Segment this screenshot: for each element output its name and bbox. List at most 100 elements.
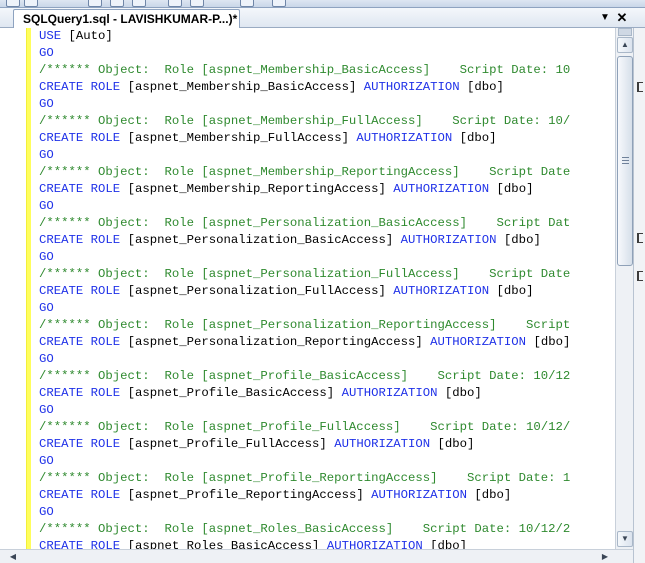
code-line[interactable]: /****** Object: Role [aspnet_Profile_Ful… — [39, 419, 633, 436]
sql-keyword: AUTHORIZATION — [356, 131, 453, 145]
chevron-down-icon[interactable]: ▼ — [597, 10, 613, 26]
code-line[interactable]: /****** Object: Role [aspnet_Personaliza… — [39, 266, 633, 283]
code-line[interactable]: /****** Object: Role [aspnet_Membership_… — [39, 62, 633, 79]
code-line[interactable]: CREATE ROLE [aspnet_Personalization_Basi… — [39, 232, 633, 249]
code-line[interactable]: GO — [39, 45, 633, 62]
split-handle[interactable] — [618, 28, 632, 36]
code-line[interactable]: GO — [39, 300, 633, 317]
code-line[interactable]: CREATE ROLE [aspnet_Roles_BasicAccess] A… — [39, 538, 633, 549]
sql-text: [dbo] — [422, 539, 468, 549]
sql-comment: /****** Object: Role [aspnet_Membership_… — [39, 114, 571, 128]
code-line[interactable]: GO — [39, 453, 633, 470]
code-line[interactable]: GO — [39, 249, 633, 266]
sql-keyword: GO — [39, 454, 54, 468]
sql-keyword: AUTHORIZATION — [334, 437, 431, 451]
code-line[interactable]: GO — [39, 351, 633, 368]
code-line[interactable]: GO — [39, 402, 633, 419]
toolbar-button[interactable] — [272, 0, 286, 7]
code-line[interactable]: /****** Object: Role [aspnet_Personaliza… — [39, 317, 633, 334]
code-line[interactable]: /****** Object: Role [aspnet_Personaliza… — [39, 215, 633, 232]
sql-comment: /****** Object: Role [aspnet_Personaliza… — [39, 267, 571, 281]
horizontal-scrollbar[interactable]: ◀ ▶ — [0, 549, 633, 563]
sql-text: [Auto] — [61, 29, 113, 43]
code-line[interactable]: CREATE ROLE [aspnet_Membership_Reporting… — [39, 181, 633, 198]
code-line[interactable]: /****** Object: Role [aspnet_Profile_Bas… — [39, 368, 633, 385]
sql-text: [dbo] — [489, 284, 534, 298]
sql-keyword: CREATE ROLE — [39, 539, 121, 549]
arrow-down-icon[interactable]: ▼ — [617, 531, 633, 547]
arrow-right-icon[interactable]: ▶ — [598, 550, 612, 563]
sql-keyword: CREATE ROLE — [39, 488, 121, 502]
code-line[interactable]: USE [Auto] — [39, 28, 633, 45]
sql-keyword: GO — [39, 97, 54, 111]
editor-gutter — [0, 28, 28, 549]
toolbar — [0, 0, 645, 8]
sql-comment: /****** Object: Role [aspnet_Profile_Rep… — [39, 471, 571, 485]
sql-text: [aspnet_Membership_ReportingAccess] — [120, 182, 394, 196]
toolbar-button[interactable] — [168, 0, 182, 7]
code-line[interactable]: CREATE ROLE [aspnet_Profile_ReportingAcc… — [39, 487, 633, 504]
code-line[interactable]: /****** Object: Role [aspnet_Membership_… — [39, 164, 633, 181]
scrollbar-thumb[interactable] — [617, 56, 633, 266]
sql-keyword: GO — [39, 505, 54, 519]
sql-text: [dbo] — [489, 182, 534, 196]
code-line[interactable]: /****** Object: Role [aspnet_Profile_Rep… — [39, 470, 633, 487]
panel-bracket-icon — [637, 233, 643, 243]
arrow-left-icon[interactable]: ◀ — [6, 550, 20, 563]
sql-keyword: CREATE ROLE — [39, 80, 121, 94]
sql-text: [dbo] — [496, 233, 541, 247]
code-line[interactable]: GO — [39, 198, 633, 215]
sql-keyword: AUTHORIZATION — [326, 539, 423, 549]
document-tab-strip: SQLQuery1.sql - LAVISHKUMAR-P...)* ▼ ✕ — [0, 8, 645, 28]
toolbar-button[interactable] — [110, 0, 124, 7]
toolbar-button[interactable] — [88, 0, 102, 7]
toolbar-button[interactable] — [190, 0, 204, 7]
tab-sqlquery1[interactable]: SQLQuery1.sql - LAVISHKUMAR-P...)* — [13, 9, 240, 28]
close-icon[interactable]: ✕ — [614, 10, 630, 26]
toolbar-button[interactable] — [240, 0, 254, 7]
code-line[interactable]: /****** Object: Role [aspnet_Roles_Basic… — [39, 521, 633, 538]
code-line[interactable]: CREATE ROLE [aspnet_Personalization_Repo… — [39, 334, 633, 351]
tab-title: SQLQuery1.sql - LAVISHKUMAR-P...)* — [23, 12, 238, 26]
sql-text: [dbo] — [526, 335, 571, 349]
sql-text: [aspnet_Profile_ReportingAccess] — [120, 488, 372, 502]
query-editor[interactable]: USE [Auto] GO/****** Object: Role [aspnet… — [0, 28, 633, 549]
sql-keyword: GO — [39, 403, 54, 417]
code-line[interactable]: GO — [39, 147, 633, 164]
code-line[interactable]: CREATE ROLE [aspnet_Profile_BasicAccess]… — [39, 385, 633, 402]
code-line[interactable]: CREATE ROLE [aspnet_Personalization_Full… — [39, 283, 633, 300]
sql-text: [aspnet_Membership_FullAccess] — [120, 131, 357, 145]
code-line[interactable]: GO — [39, 504, 633, 521]
code-line[interactable]: GO — [39, 96, 633, 113]
sql-text: [aspnet_Personalization_FullAccess] — [120, 284, 394, 298]
sql-keyword: CREATE ROLE — [39, 284, 121, 298]
sql-comment: /****** Object: Role [aspnet_Profile_Bas… — [39, 369, 571, 383]
code-line[interactable]: /****** Object: Role [aspnet_Membership_… — [39, 113, 633, 130]
sql-comment: /****** Object: Role [aspnet_Personaliza… — [39, 318, 571, 332]
sql-keyword: AUTHORIZATION — [430, 335, 527, 349]
sql-text: [dbo] — [467, 488, 512, 502]
grip-line — [622, 157, 629, 158]
sql-text: [aspnet_Profile_BasicAccess] — [120, 386, 342, 400]
sql-text: [aspnet_Profile_FullAccess] — [120, 437, 335, 451]
grip-line — [622, 163, 629, 164]
sql-keyword: AUTHORIZATION — [371, 488, 468, 502]
toolbar-button[interactable] — [6, 0, 20, 7]
vertical-scrollbar[interactable]: ▲ ▼ — [615, 28, 633, 549]
toolbar-button[interactable] — [24, 0, 38, 7]
sql-keyword: CREATE ROLE — [39, 182, 121, 196]
sql-keyword: GO — [39, 301, 54, 315]
code-line[interactable]: CREATE ROLE [aspnet_Membership_FullAcces… — [39, 130, 633, 147]
sql-comment: /****** Object: Role [aspnet_Roles_Basic… — [39, 522, 571, 536]
sql-keyword: GO — [39, 199, 54, 213]
code-text[interactable]: USE [Auto] GO/****** Object: Role [aspnet… — [39, 28, 633, 549]
sql-keyword: CREATE ROLE — [39, 335, 121, 349]
toolbar-button[interactable] — [132, 0, 146, 7]
sql-comment: /****** Object: Role [aspnet_Profile_Ful… — [39, 420, 571, 434]
arrow-up-icon[interactable]: ▲ — [617, 37, 633, 53]
sql-keyword: AUTHORIZATION — [400, 233, 497, 247]
code-line[interactable]: CREATE ROLE [aspnet_Profile_FullAccess] … — [39, 436, 633, 453]
sql-keyword: AUTHORIZATION — [363, 80, 460, 94]
sql-keyword: CREATE ROLE — [39, 233, 121, 247]
code-line[interactable]: CREATE ROLE [aspnet_Membership_BasicAcce… — [39, 79, 633, 96]
